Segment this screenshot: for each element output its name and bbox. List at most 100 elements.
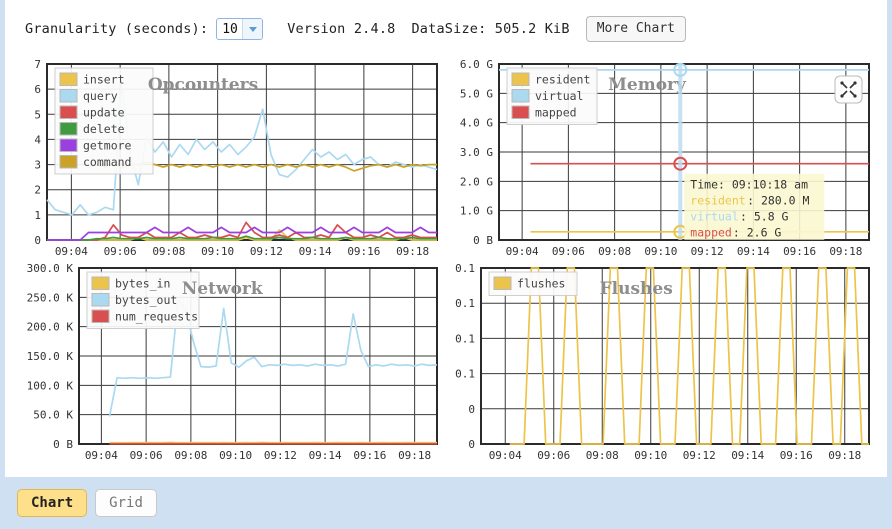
y-tick-label: 3 [34, 159, 41, 172]
y-tick-label: 5.0 G [460, 87, 493, 100]
x-tick-label: 09:16 [347, 245, 380, 258]
y-tick-label: 0 B [473, 234, 493, 247]
chart-svg-opcounters: 0 1 2 3 4 5 6 7 09:04 09:06 09:08 09:10 09:12 09:14 09… [34, 58, 438, 258]
legend-swatch-mapped[interactable] [511, 105, 530, 119]
y-tick-label: 2.0 G [460, 175, 493, 188]
x-tick-label: 09:04 [506, 245, 539, 258]
legend-label-delete[interactable]: delete [83, 122, 125, 136]
x-tick-label: 09:04 [85, 449, 118, 462]
x-tick-label: 09:18 [828, 449, 861, 462]
legend-swatch-flushes[interactable] [493, 276, 512, 290]
y-tick-label: 0.1 [455, 368, 475, 381]
x-tick-label: 09:18 [396, 245, 429, 258]
footer-tabs: Chart Grid [5, 477, 887, 529]
legend-label-mapped[interactable]: mapped [535, 106, 577, 120]
tooltip-value-mapped: : 2.6 G [733, 226, 782, 240]
dashboard-page: Granularity (seconds): 10 Version 2.4.8 … [5, 0, 887, 529]
x-tick-label: 09:16 [353, 449, 386, 462]
legend-label-query[interactable]: query [83, 89, 118, 103]
chart-flushes[interactable]: 0 0 0.1 0.1 0.1 0.1 09:04 09:06 09:08 09:10 09:12 0… [455, 260, 875, 468]
y-tick-label: 50.0 K [33, 409, 73, 422]
chart-svg-memory: 0 B 1.0 G 2.0 G 3.0 G 4.0 G 5.0 G 6.0 G 09:04 09… [460, 58, 870, 258]
tooltip-time: Time: 09:10:18 am [690, 178, 808, 192]
x-tick-label: 09:10 [644, 245, 677, 258]
x-tick-label: 09:04 [489, 449, 522, 462]
chart-network[interactable]: 0 B 50.0 K 100.0 K 150.0 K 200.0 K 250.0 K 300… [23, 260, 443, 468]
y-tick-label: 3.0 G [460, 146, 493, 159]
y-tick-label: 6 [34, 83, 41, 96]
legend-label-flushes[interactable]: flushes [517, 277, 565, 291]
x-tick-label: 09:16 [783, 245, 816, 258]
x-tick-label: 09:08 [174, 449, 207, 462]
legend-swatch-update[interactable] [59, 105, 78, 119]
toolbar: Granularity (seconds): 10 Version 2.4.8 … [5, 0, 887, 58]
chart-memory[interactable]: 0 B 1.0 G 2.0 G 3.0 G 4.0 G 5.0 G 6.0 G 09:04 09… [455, 56, 875, 264]
legend-label-bytes_out[interactable]: bytes_out [115, 293, 177, 307]
y-tick-label: 0 [468, 438, 475, 451]
y-tick-label: 0 [34, 234, 41, 247]
more-chart-button[interactable]: More Chart [585, 16, 686, 42]
y-tick-label: 0.1 [455, 297, 475, 310]
tooltip-value-virtual: : 5.8 G [740, 210, 789, 224]
y-tick-label: 2 [34, 184, 41, 197]
x-tick-label: 09:14 [731, 449, 764, 462]
legend-label-bytes_in[interactable]: bytes_in [115, 277, 170, 291]
legend-label-command[interactable]: command [83, 155, 131, 169]
y-tick-label: 0 [468, 403, 475, 416]
legend-swatch-delete[interactable] [59, 122, 78, 136]
legend-label-update[interactable]: update [83, 106, 125, 120]
tooltip-name-virtual: virtual [690, 210, 738, 224]
x-tick-label: 09:12 [264, 449, 297, 462]
x-tick-label: 09:14 [299, 245, 332, 258]
legend-label-resident[interactable]: resident [535, 73, 590, 87]
legend-swatch-resident[interactable] [511, 72, 530, 86]
legend-swatch-virtual[interactable] [511, 89, 530, 103]
granularity-select[interactable]: 10 [216, 18, 264, 40]
y-tick-label: 300.0 K [27, 262, 74, 275]
x-tick-label: 09:08 [586, 449, 619, 462]
legend-swatch-bytes_in[interactable] [91, 276, 110, 290]
y-tick-label: 100.0 K [27, 379, 74, 392]
legend-swatch-getmore[interactable] [59, 138, 78, 152]
legend-label-insert[interactable]: insert [83, 73, 125, 87]
x-tick-label: 09:14 [737, 245, 770, 258]
x-tick-label: 09:06 [130, 449, 163, 462]
y-tick-label: 4 [34, 133, 41, 146]
y-tick-label: 4.0 G [460, 117, 493, 130]
chart-opcounters[interactable]: 0 1 2 3 4 5 6 7 09:04 09:06 09:08 09:10 09:12 09:14 09… [23, 56, 443, 264]
y-tick-label: 1.0 G [460, 205, 493, 218]
y-tick-label: 7 [34, 58, 41, 71]
legend-label-num_requests[interactable]: num_requests [115, 310, 198, 324]
chart-title-flushes: Flushes [600, 279, 673, 299]
legend-label-virtual[interactable]: virtual [535, 89, 583, 103]
chart-title-opcounters: Opcounters [148, 75, 258, 95]
chart-svg-flushes: 0 0 0.1 0.1 0.1 0.1 09:04 09:06 09:08 09:10 09:12 0… [455, 262, 870, 462]
version-label: Version 2.4.8 [287, 21, 396, 37]
x-tick-label: 09:08 [598, 245, 631, 258]
legend-swatch-insert[interactable] [59, 72, 78, 86]
x-tick-label: 09:18 [829, 245, 862, 258]
y-tick-label: 5 [34, 108, 41, 121]
legend-swatch-query[interactable] [59, 89, 78, 103]
expand-fullscreen-icon[interactable] [834, 75, 863, 104]
legend-swatch-bytes_out[interactable] [91, 293, 110, 307]
x-tick-label: 09:10 [634, 449, 667, 462]
y-tick-label: 150.0 K [27, 350, 74, 363]
legend-swatch-num_requests[interactable] [91, 309, 110, 323]
granularity-value: 10 [222, 21, 238, 37]
chevron-down-icon[interactable] [242, 19, 263, 39]
legend-label-getmore[interactable]: getmore [83, 139, 132, 153]
y-tick-label: 0.1 [455, 332, 475, 345]
y-tick-label: 1 [34, 209, 41, 222]
chart-title-network: Network [182, 279, 264, 299]
tooltip-name-resident: resident [690, 194, 745, 208]
legend-swatch-command[interactable] [59, 155, 78, 169]
chart-svg-network: 0 B 50.0 K 100.0 K 150.0 K 200.0 K 250.0 K 300… [27, 262, 438, 462]
tab-grid[interactable]: Grid [95, 489, 157, 517]
granularity-label: Granularity (seconds): [25, 21, 209, 37]
charts-grid: 0 1 2 3 4 5 6 7 09:04 09:06 09:08 09:10 09:12 09:14 09… [5, 56, 887, 476]
x-tick-label: 09:18 [398, 449, 431, 462]
tab-chart[interactable]: Chart [17, 489, 88, 517]
x-tick-label: 09:04 [55, 245, 88, 258]
x-tick-label: 09:12 [250, 245, 283, 258]
